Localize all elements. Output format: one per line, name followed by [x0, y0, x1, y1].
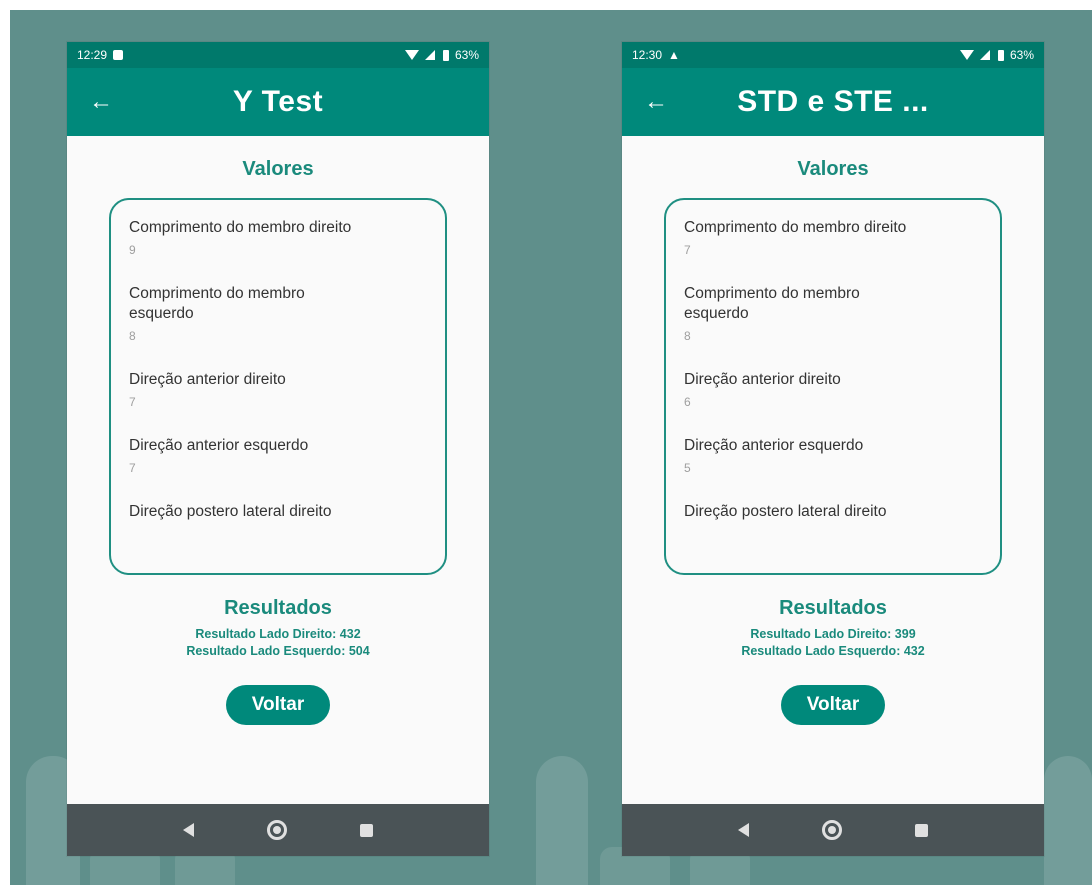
- values-list[interactable]: Comprimento do membro direito 9 Comprime…: [109, 198, 447, 575]
- nav-back-icon[interactable]: [738, 823, 750, 837]
- list-item: Direção anterior esquerdo 5: [684, 436, 982, 475]
- value-label: Comprimento do membro esquerdo: [129, 285, 305, 322]
- voltar-button[interactable]: Voltar: [781, 685, 885, 725]
- list-item: Comprimento do membro direito 7: [684, 218, 982, 257]
- battery-percent: 63%: [1009, 48, 1034, 62]
- values-heading: Valores: [242, 158, 314, 180]
- app-bar: ← Y Test: [67, 68, 489, 136]
- image-notification-icon: [113, 50, 124, 60]
- values-list[interactable]: Comprimento do membro direito 7 Comprime…: [664, 198, 1002, 575]
- nav-home-icon[interactable]: [266, 820, 287, 840]
- phone-screen-right: 12:30 ▲ 63% ← STD e STE ... Valores Comp…: [622, 42, 1044, 856]
- value-label: Direção postero lateral direito: [129, 503, 332, 520]
- value-text: 8: [684, 329, 691, 343]
- signal-icon: [979, 50, 990, 60]
- battery-icon: [442, 49, 449, 61]
- value-label: Direção anterior direito: [129, 371, 286, 388]
- values-heading: Valores: [797, 158, 869, 180]
- result-left-side: Resultado Lado Esquerdo: 504: [186, 644, 370, 658]
- signal-icon: [424, 50, 435, 60]
- status-bar: 12:29 63%: [67, 42, 489, 68]
- battery-percent: 63%: [454, 48, 479, 62]
- nav-back-icon[interactable]: [183, 823, 195, 837]
- list-item: Direção anterior esquerdo 7: [129, 436, 427, 475]
- list-item: Comprimento do membro direito 9: [129, 218, 427, 257]
- arrow-left-icon[interactable]: ←: [644, 88, 668, 116]
- status-time: 12:30: [632, 48, 663, 62]
- system-nav-bar: [67, 804, 489, 856]
- nav-home-icon[interactable]: [821, 820, 842, 840]
- battery-icon: [997, 49, 1004, 61]
- page-title: STD e STE ...: [737, 85, 929, 118]
- content: Valores Comprimento do membro direito 9 …: [67, 158, 489, 826]
- value-text: 7: [129, 461, 136, 475]
- value-label: Comprimento do membro esquerdo: [684, 285, 860, 322]
- decor-pill: [1044, 756, 1092, 891]
- result-right-side: Resultado Lado Direito: 399: [750, 627, 916, 641]
- list-item: Direção anterior direito 6: [684, 370, 982, 409]
- nav-recent-icon[interactable]: [914, 823, 928, 837]
- value-text: 9: [129, 243, 136, 257]
- nav-recent-icon[interactable]: [359, 823, 373, 837]
- value-label: Comprimento do membro direito: [684, 219, 907, 236]
- phone-screen-left: 12:29 63% ← Y Test Valores Comprimento d…: [67, 42, 489, 856]
- arrow-left-icon[interactable]: ←: [89, 88, 113, 116]
- value-text: 7: [129, 395, 136, 409]
- value-text: 8: [129, 329, 136, 343]
- list-item: Comprimento do membro esquerdo 8: [684, 284, 982, 343]
- value-text: 6: [684, 395, 691, 409]
- content: Valores Comprimento do membro direito 7 …: [622, 158, 1044, 826]
- status-bar: 12:30 ▲ 63%: [622, 42, 1044, 68]
- value-text: 7: [684, 243, 691, 257]
- results-block: Resultado Lado Direito: 399 Resultado La…: [622, 626, 1044, 660]
- list-item: Direção postero lateral direito: [129, 502, 427, 522]
- value-label: Direção anterior direito: [684, 371, 841, 388]
- result-right-side: Resultado Lado Direito: 432: [195, 627, 361, 641]
- value-label: Direção anterior esquerdo: [684, 437, 864, 454]
- wifi-icon: [404, 50, 419, 60]
- value-label: Direção postero lateral direito: [684, 503, 887, 520]
- decor-pill: [536, 756, 588, 891]
- android-notification-icon: ▲: [668, 48, 680, 62]
- list-item: Direção postero lateral direito: [684, 502, 982, 522]
- voltar-button[interactable]: Voltar: [226, 685, 330, 725]
- result-left-side: Resultado Lado Esquerdo: 432: [741, 644, 925, 658]
- value-label: Comprimento do membro direito: [129, 219, 352, 236]
- wifi-icon: [959, 50, 974, 60]
- page-title: Y Test: [232, 85, 324, 118]
- value-label: Direção anterior esquerdo: [129, 437, 309, 454]
- system-nav-bar: [622, 804, 1044, 856]
- results-heading: Resultados: [224, 597, 332, 619]
- value-text: 5: [684, 461, 691, 475]
- results-block: Resultado Lado Direito: 432 Resultado La…: [67, 626, 489, 660]
- list-item: Comprimento do membro esquerdo 8: [129, 284, 427, 343]
- results-heading: Resultados: [779, 597, 887, 619]
- app-bar: ← STD e STE ...: [622, 68, 1044, 136]
- status-time: 12:29: [77, 48, 108, 62]
- list-item: Direção anterior direito 7: [129, 370, 427, 409]
